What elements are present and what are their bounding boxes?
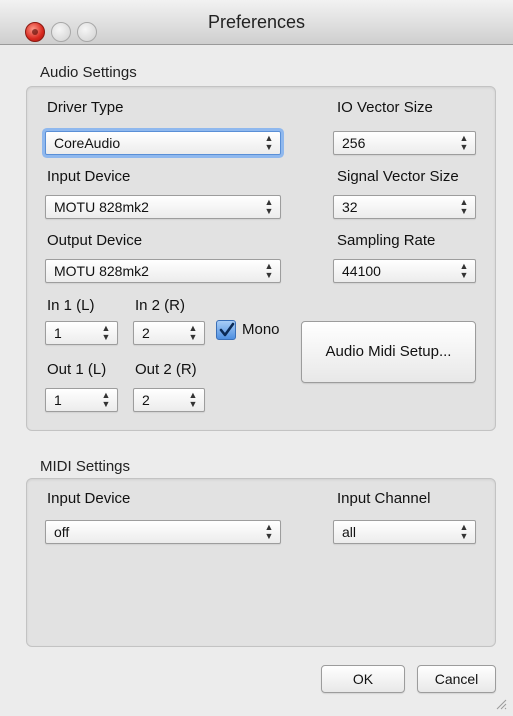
input-device-value: MOTU 828mk2 xyxy=(54,199,149,215)
output-device-select[interactable]: MOTU 828mk2 ▲ ▼ xyxy=(45,259,281,283)
popup-arrows-icon: ▲ ▼ xyxy=(264,261,274,280)
driver-type-select[interactable]: CoreAudio ▲ ▼ xyxy=(45,131,281,155)
in1-value: 1 xyxy=(54,325,62,341)
midi-input-device-value: off xyxy=(54,524,70,540)
midi-settings-heading: MIDI Settings xyxy=(40,458,131,475)
popup-arrows-icon: ▲ ▼ xyxy=(188,323,198,342)
signal-vector-size-label: Signal Vector Size xyxy=(337,168,459,185)
popup-arrows-icon: ▲ ▼ xyxy=(264,197,274,216)
window-title: Preferences xyxy=(207,12,306,32)
signal-vector-size-select[interactable]: 32 ▲ ▼ xyxy=(333,195,476,219)
mono-checkbox[interactable] xyxy=(216,320,236,340)
popup-arrows-icon: ▲ ▼ xyxy=(264,133,274,152)
popup-arrows-icon: ▲ ▼ xyxy=(188,390,198,409)
out1-label: Out 1 (L) xyxy=(47,361,107,378)
audio-midi-setup-button[interactable]: Audio Midi Setup... xyxy=(301,321,476,383)
output-device-value: MOTU 828mk2 xyxy=(54,263,149,279)
driver-type-value: CoreAudio xyxy=(54,135,121,151)
popup-arrows-icon: ▲ ▼ xyxy=(264,522,274,541)
midi-input-channel-value: all xyxy=(342,524,357,540)
signal-vector-size-value: 32 xyxy=(342,199,358,215)
ok-button[interactable]: OK xyxy=(321,665,405,693)
out1-select[interactable]: 1 ▲ ▼ xyxy=(45,388,118,412)
popup-arrows-icon: ▲ ▼ xyxy=(459,133,469,152)
midi-input-channel-label: Input Channel xyxy=(337,490,431,507)
midi-input-channel-select[interactable]: all ▲ ▼ xyxy=(333,520,476,544)
in2-label: In 2 (R) xyxy=(135,297,186,314)
audio-settings-heading: Audio Settings xyxy=(40,64,137,81)
midi-input-device-label: Input Device xyxy=(47,490,131,507)
sampling-rate-select[interactable]: 44100 ▲ ▼ xyxy=(333,259,476,283)
output-device-label: Output Device xyxy=(47,232,143,249)
io-vector-size-label: IO Vector Size xyxy=(337,99,433,116)
in2-select[interactable]: 2 ▲ ▼ xyxy=(133,321,205,345)
cancel-button[interactable]: Cancel xyxy=(417,665,496,693)
driver-type-label: Driver Type xyxy=(47,99,124,116)
out2-label: Out 2 (R) xyxy=(135,361,197,378)
popup-arrows-icon: ▲ ▼ xyxy=(459,522,469,541)
out2-select[interactable]: 2 ▲ ▼ xyxy=(133,388,205,412)
mono-label: Mono xyxy=(242,321,280,338)
input-device-select[interactable]: MOTU 828mk2 ▲ ▼ xyxy=(45,195,281,219)
sampling-rate-value: 44100 xyxy=(342,263,381,279)
io-vector-size-value: 256 xyxy=(342,135,366,151)
out1-value: 1 xyxy=(54,392,62,408)
input-device-label: Input Device xyxy=(47,168,131,185)
popup-arrows-icon: ▲ ▼ xyxy=(459,261,469,280)
popup-arrows-icon: ▲ ▼ xyxy=(101,323,111,342)
checkmark-icon xyxy=(219,322,235,337)
in1-select[interactable]: 1 ▲ ▼ xyxy=(45,321,118,345)
in1-label: In 1 (L) xyxy=(47,297,95,314)
resize-grip-icon[interactable] xyxy=(495,698,507,710)
out2-value: 2 xyxy=(142,392,150,408)
popup-arrows-icon: ▲ ▼ xyxy=(459,197,469,216)
midi-input-device-select[interactable]: off ▲ ▼ xyxy=(45,520,281,544)
sampling-rate-label: Sampling Rate xyxy=(337,232,436,249)
in2-value: 2 xyxy=(142,325,150,341)
io-vector-size-select[interactable]: 256 ▲ ▼ xyxy=(333,131,476,155)
popup-arrows-icon: ▲ ▼ xyxy=(101,390,111,409)
